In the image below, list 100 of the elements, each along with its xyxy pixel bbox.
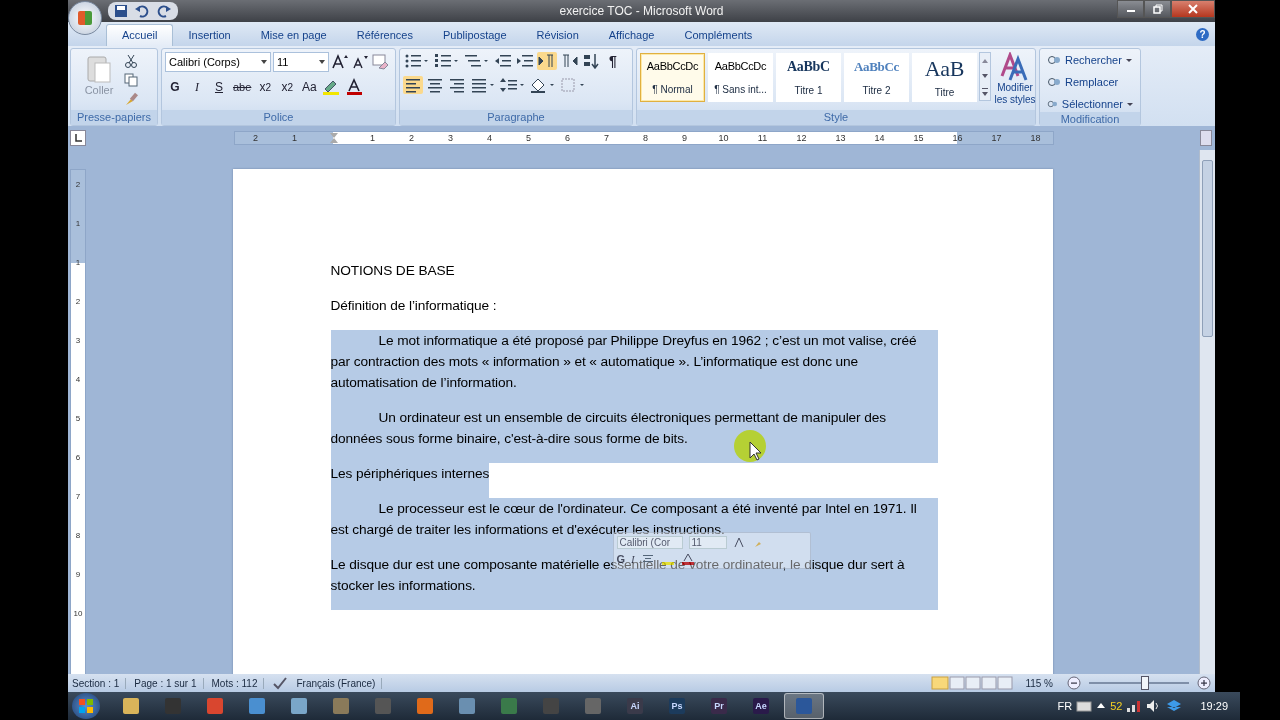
redo-icon[interactable] bbox=[156, 4, 172, 18]
format-button[interactable]: S bbox=[209, 78, 229, 96]
ruler-number: 2 bbox=[75, 180, 81, 191]
align-center-icon[interactable] bbox=[425, 76, 445, 94]
tab-stop-icon bbox=[73, 133, 83, 143]
ribbon-tab[interactable]: Révision bbox=[521, 25, 594, 46]
font-name-field[interactable]: Calibri (Cor bbox=[616, 535, 683, 549]
format-button[interactable]: G bbox=[165, 78, 185, 96]
tray-counter[interactable]: 52 bbox=[1110, 700, 1123, 712]
paragraph: Le mot informatique a été proposé par Philippe Dreyfus en 1962 ; c’est un mot valise, créé par contraction des mots « information » et « automatique ». L’informatique est donc une automatisation de l’information. bbox=[330, 330, 938, 407]
office-button[interactable] bbox=[68, 1, 102, 35]
line-spacing-icon[interactable] bbox=[499, 76, 527, 94]
left-to-right-icon[interactable] bbox=[537, 52, 557, 70]
style-option[interactable]: AaBbCcDc ¶ Normal bbox=[640, 53, 705, 102]
scissors-icon[interactable] bbox=[124, 54, 138, 68]
increase-indent-icon[interactable] bbox=[515, 52, 535, 70]
zoom-out-icon[interactable] bbox=[1067, 676, 1081, 690]
restore-icon bbox=[1152, 4, 1163, 14]
style-option[interactable]: AaBbCcDc ¶ Sans int... bbox=[708, 53, 773, 102]
network-icon[interactable] bbox=[1126, 699, 1143, 713]
start-button[interactable] bbox=[72, 693, 100, 719]
binoculars-icon bbox=[1047, 53, 1061, 67]
font-size-field[interactable]: 11 bbox=[273, 52, 329, 72]
style-option[interactable]: AaBbCc Titre 2 bbox=[844, 53, 909, 102]
close-button[interactable] bbox=[1171, 0, 1215, 18]
style-option[interactable]: AaBbC Titre 1 bbox=[776, 53, 841, 102]
taskbar-app[interactable]: Ps bbox=[658, 694, 696, 718]
help-button[interactable]: ? bbox=[1196, 28, 1209, 41]
brush-icon[interactable] bbox=[124, 92, 138, 106]
ribbon-tab[interactable]: Insertion bbox=[173, 25, 246, 46]
multilevel-list-icon[interactable] bbox=[463, 52, 491, 70]
change-styles-button[interactable]: Modifier les styles bbox=[991, 52, 1039, 110]
ribbon-tab[interactable]: Affichage bbox=[593, 25, 670, 46]
proofing-icon[interactable] bbox=[272, 676, 289, 690]
taskbar-app[interactable] bbox=[784, 693, 824, 719]
ribbon-tab[interactable]: Références bbox=[341, 25, 428, 46]
save-icon[interactable] bbox=[114, 4, 128, 18]
restore-button[interactable] bbox=[1144, 0, 1171, 18]
ruler-number: 8 bbox=[642, 132, 649, 144]
ruler-number: 9 bbox=[75, 570, 81, 581]
font-size-field[interactable]: 11 bbox=[688, 535, 727, 549]
align-right-icon[interactable] bbox=[447, 76, 467, 94]
group-label: Presse-papiers bbox=[71, 110, 157, 125]
ruler-number: 5 bbox=[75, 414, 81, 425]
paragraph: Les périphériques internes bbox=[330, 463, 490, 498]
ruler-number: 10 bbox=[73, 609, 83, 620]
taskbar-app[interactable]: Pr bbox=[700, 694, 738, 718]
ruler-number: 1 bbox=[369, 132, 376, 144]
ruler-number: 6 bbox=[564, 132, 571, 144]
letters-icon bbox=[1000, 52, 1030, 82]
section-status: Section : 1 bbox=[72, 677, 127, 689]
editing-button[interactable]: Remplacer bbox=[1043, 74, 1137, 90]
zoom-level[interactable]: 115 % bbox=[1025, 677, 1059, 689]
clock[interactable]: 19:29 bbox=[1200, 700, 1228, 712]
box-icon[interactable] bbox=[1166, 699, 1183, 713]
format-button[interactable]: abe bbox=[231, 78, 254, 96]
ribbon-tab[interactable]: Accueil bbox=[106, 24, 174, 46]
copy-icon[interactable] bbox=[124, 73, 138, 87]
ribbon-tab[interactable]: Mise en page bbox=[245, 25, 342, 46]
taskbar-app[interactable]: Ae bbox=[742, 694, 780, 718]
ribbon-tab[interactable]: Publipostage bbox=[428, 25, 522, 46]
align-left-icon[interactable] bbox=[403, 76, 423, 94]
bullet-list-icon[interactable] bbox=[403, 52, 431, 70]
shrink-font-icon[interactable] bbox=[351, 53, 369, 71]
ruler-number: 3 bbox=[447, 132, 454, 144]
style-option[interactable]: AaB Titre bbox=[912, 53, 977, 102]
justify-icon[interactable] bbox=[469, 76, 497, 94]
grow-font-icon[interactable] bbox=[331, 53, 349, 71]
show-marks-button[interactable]: ¶ bbox=[603, 52, 623, 70]
tab-selector[interactable] bbox=[70, 130, 86, 146]
ruler-toggle[interactable] bbox=[1200, 130, 1212, 146]
numbered-list-icon[interactable] bbox=[433, 52, 461, 70]
format-button[interactable]: I bbox=[187, 78, 207, 96]
keyboard-icon[interactable] bbox=[1076, 700, 1093, 712]
ruler-number: 8 bbox=[75, 531, 81, 542]
ribbon-tab[interactable]: Compléments bbox=[669, 25, 768, 46]
taskbar-app[interactable]: Ai bbox=[616, 694, 654, 718]
ruler-number: 11 bbox=[756, 132, 769, 144]
zoom-slider-thumb[interactable] bbox=[1141, 676, 1149, 690]
undo-icon[interactable] bbox=[134, 4, 150, 18]
editing-button[interactable]: Rechercher bbox=[1043, 52, 1137, 68]
group-label: Style bbox=[637, 110, 1035, 125]
sort-icon[interactable] bbox=[581, 52, 601, 70]
shading-icon[interactable] bbox=[529, 76, 557, 94]
group-label: Police bbox=[162, 110, 395, 125]
tray-language[interactable]: FR bbox=[1057, 700, 1073, 712]
ruler-number: 14 bbox=[873, 132, 886, 144]
editing-button[interactable]: Sélectionner bbox=[1043, 96, 1137, 112]
ruler-number: 9 bbox=[681, 132, 688, 144]
minimize-button[interactable] bbox=[1117, 0, 1144, 18]
binoculars-icon bbox=[1047, 75, 1061, 89]
group-label: Paragraphe bbox=[400, 110, 632, 125]
zoom-in-icon[interactable] bbox=[1197, 676, 1211, 690]
font-name-field[interactable]: Calibri (Corps) bbox=[165, 52, 271, 72]
format-button[interactable]: Aa bbox=[299, 78, 320, 96]
scrollbar[interactable] bbox=[1199, 150, 1215, 674]
indent-marker-icon[interactable] bbox=[329, 133, 338, 143]
decrease-indent-icon[interactable] bbox=[493, 52, 513, 70]
ruler-number: 13 bbox=[834, 132, 847, 144]
language-status[interactable]: Français (France) bbox=[296, 677, 383, 689]
